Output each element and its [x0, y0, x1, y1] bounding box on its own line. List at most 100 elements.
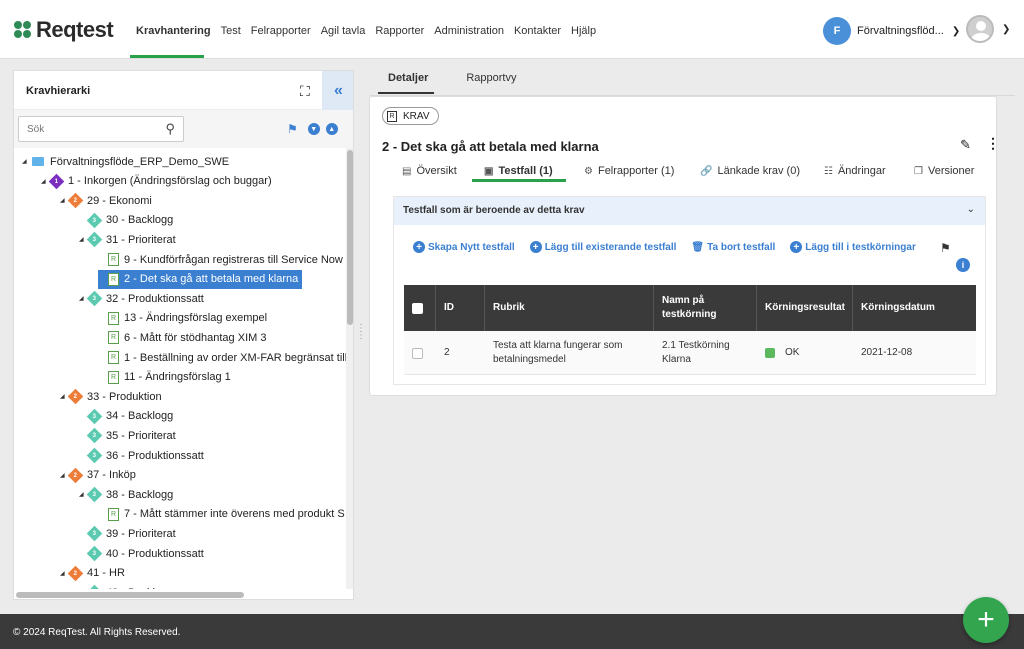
tree-item[interactable]: ◢ 3 38 - Backlogg: [79, 485, 173, 504]
header-id[interactable]: ID: [436, 285, 485, 331]
tree-toggle-icon[interactable]: ◢: [79, 236, 85, 243]
subtab-active-indicator: [472, 179, 566, 182]
nav-agil-tavla[interactable]: Agil tavla: [321, 25, 366, 37]
row-checkbox[interactable]: [412, 347, 423, 359]
header-korning[interactable]: Namn på testkörning: [654, 285, 757, 331]
tree-item[interactable]: 3 39 - Prioriterat: [79, 524, 176, 543]
level-badge-icon: 3: [86, 212, 103, 229]
tree-item-label: 41 - HR: [87, 567, 125, 580]
subtab-lankade-krav[interactable]: 🔗 Länkade krav (0): [700, 165, 800, 177]
tree-item[interactable]: ◢ 2 29 - Ekonomi: [60, 191, 152, 210]
nav-test[interactable]: Test: [221, 25, 241, 37]
cell-korning[interactable]: 2.1 Testkörning Klarna: [654, 331, 744, 375]
tree-horizontal-scrollbar[interactable]: [14, 590, 346, 599]
tab-detaljer[interactable]: Detaljer: [378, 70, 438, 90]
tab-rapportvy[interactable]: Rapportvy: [456, 70, 526, 90]
fullscreen-icon[interactable]: ⛶: [300, 83, 310, 100]
tree-item-label: 6 - Mått för stödhantag XIM 3: [124, 331, 267, 344]
tree-item[interactable]: 3 30 - Backlogg: [79, 211, 173, 230]
header-resultat[interactable]: Körningsresultat: [757, 285, 853, 331]
tree-item[interactable]: R 6 - Mått för stödhantag XIM 3: [98, 328, 266, 347]
tree-item[interactable]: ◢ 1 1 - Inkorgen (Ändringsförslag och bugg…: [41, 172, 272, 191]
tree-toggle-icon[interactable]: ◢: [79, 295, 85, 302]
section-title: Testfall som är beroende av detta krav: [403, 205, 585, 216]
plus-icon: +: [977, 603, 995, 636]
level-badge-icon: 3: [86, 526, 103, 542]
requirement-title: 2 - Det ska gå att betala med klarna: [382, 139, 599, 154]
tree-item[interactable]: R 9 - Kundförfrågan registreras till Serv…: [98, 250, 343, 269]
tree-item[interactable]: ◢ 3 32 - Produktionssatt: [79, 289, 204, 308]
create-testcase-button[interactable]: + Skapa Nytt testfall: [413, 241, 515, 253]
more-vertical-icon[interactable]: ⋮: [986, 135, 1000, 152]
collapse-panel-button[interactable]: «: [322, 71, 353, 110]
tree-vertical-scrollbar[interactable]: [346, 148, 353, 589]
level-badge-icon: 3: [86, 408, 103, 425]
subtab-label: Testfall (1): [498, 165, 553, 177]
section-header[interactable]: Testfall som är beroende av detta krav ⌄: [394, 197, 985, 225]
tree-item[interactable]: R 1 - Beställning av order XM-FAR begräns…: [98, 348, 346, 367]
tree-item[interactable]: ◢ 3 31 - Prioriterat: [79, 230, 176, 249]
tree-toggle-icon[interactable]: ◢: [60, 393, 66, 400]
nav-administration[interactable]: Administration: [434, 25, 504, 37]
tree-toggle-icon[interactable]: ◢: [79, 491, 85, 498]
tree-item[interactable]: 3 34 - Backlogg: [79, 407, 173, 426]
subtab-versioner[interactable]: ❐ Versioner: [914, 165, 974, 177]
copyright: © 2024 ReqTest. All Rights Reserved.: [13, 627, 181, 638]
tree-item[interactable]: R 11 - Ändringsförslag 1: [98, 368, 231, 387]
header-datum[interactable]: Körningsdatum: [853, 285, 976, 331]
subtab-label: Felrapporter (1): [597, 165, 675, 177]
tree-item[interactable]: ◢ 2 41 - HR: [60, 564, 125, 583]
nav-felrapporter[interactable]: Felrapporter: [251, 25, 311, 37]
subtab-testfall[interactable]: ▣ Testfall (1): [484, 165, 553, 177]
subtab-oversikt[interactable]: ▤ Översikt: [402, 165, 457, 177]
folder-icon: [32, 157, 44, 166]
brand-name: Reqtest: [36, 17, 114, 42]
tree-item[interactable]: ◢ Förvaltningsflöde_ERP_Demo_SWE: [22, 152, 229, 171]
tree-item[interactable]: 3 36 - Produktionssatt: [79, 446, 204, 465]
subtab-felrapporter[interactable]: ⚙ Felrapporter (1): [584, 165, 674, 177]
tree-item[interactable]: 3 35 - Prioriterat: [79, 426, 176, 445]
tree-toggle-icon[interactable]: ◢: [22, 158, 28, 165]
subtab-andringar[interactable]: ☷ Ändringar: [824, 165, 886, 177]
profile-menu[interactable]: ❯: [966, 15, 1010, 43]
tree-item[interactable]: R 13 - Ändringsförslag exempel: [98, 309, 267, 328]
nav-rapporter[interactable]: Rapporter: [375, 25, 424, 37]
add-to-testrun-button[interactable]: + Lägg till i testkörningar: [790, 241, 916, 253]
pencil-icon[interactable]: ✎: [960, 137, 971, 153]
nav-kravhantering[interactable]: Kravhantering: [136, 25, 211, 37]
level-badge-icon: 3: [86, 584, 103, 589]
table-row[interactable]: 2 Testa att klarna fungerar som betalnin…: [404, 331, 976, 375]
tree-toggle-icon[interactable]: ◢: [41, 178, 47, 185]
search-input[interactable]: [19, 117, 149, 141]
tree-item[interactable]: R 7 - Mått stämmer inte överens med produ…: [98, 505, 345, 524]
nav-hjalp[interactable]: Hjälp: [571, 25, 596, 37]
tree-toggle-icon[interactable]: ◢: [60, 472, 66, 479]
nav-kontakter[interactable]: Kontakter: [514, 25, 561, 37]
header-rubrik[interactable]: Rubrik: [485, 285, 654, 331]
tree-item[interactable]: ◢ 2 37 - Inköp: [60, 466, 136, 485]
testcase-icon: ▣: [484, 165, 494, 177]
tree-item[interactable]: 3 40 - Produktionssatt: [79, 544, 204, 563]
tree-item[interactable]: 342 - Backlogg: [79, 583, 173, 589]
tree-item-label: 33 - Produktion: [87, 390, 162, 403]
collapse-all-icon[interactable]: ▲: [325, 123, 338, 135]
filter-icon[interactable]: ⚑: [940, 241, 951, 255]
cell-rubrik[interactable]: Testa att klarna fungerar som betalnings…: [485, 331, 645, 375]
project-selector[interactable]: F Förvaltningsflöd... ❯: [823, 17, 960, 45]
reqtest-logo[interactable]: Reqtest: [14, 17, 114, 43]
panel-header: Kravhierarki ⛶ «: [14, 71, 353, 110]
select-all-checkbox[interactable]: [412, 302, 423, 314]
expand-all-icon[interactable]: ▼: [307, 123, 320, 135]
info-icon[interactable]: i: [956, 258, 970, 272]
tree-toggle-icon[interactable]: ◢: [60, 197, 66, 204]
tree-item[interactable]: ◢ 2 33 - Produktion: [60, 387, 162, 406]
add-existing-testcase-button[interactable]: + Lägg till existerande testfall: [529, 241, 676, 253]
delete-testcase-button[interactable]: 🗑 Ta bort testfall: [691, 242, 775, 253]
tree-toggle-icon[interactable]: ◢: [60, 570, 66, 577]
filter-icon[interactable]: ⚑: [287, 122, 298, 136]
chevron-down-icon[interactable]: ⌄: [967, 204, 975, 215]
tree-item[interactable]: R 2 - Det ska gå att betala med klarna: [98, 269, 303, 289]
add-fab-button[interactable]: +: [963, 597, 1009, 643]
search-icon[interactable]: ⚲: [165, 121, 175, 137]
tree-item-label: 39 - Prioriterat: [106, 527, 176, 540]
